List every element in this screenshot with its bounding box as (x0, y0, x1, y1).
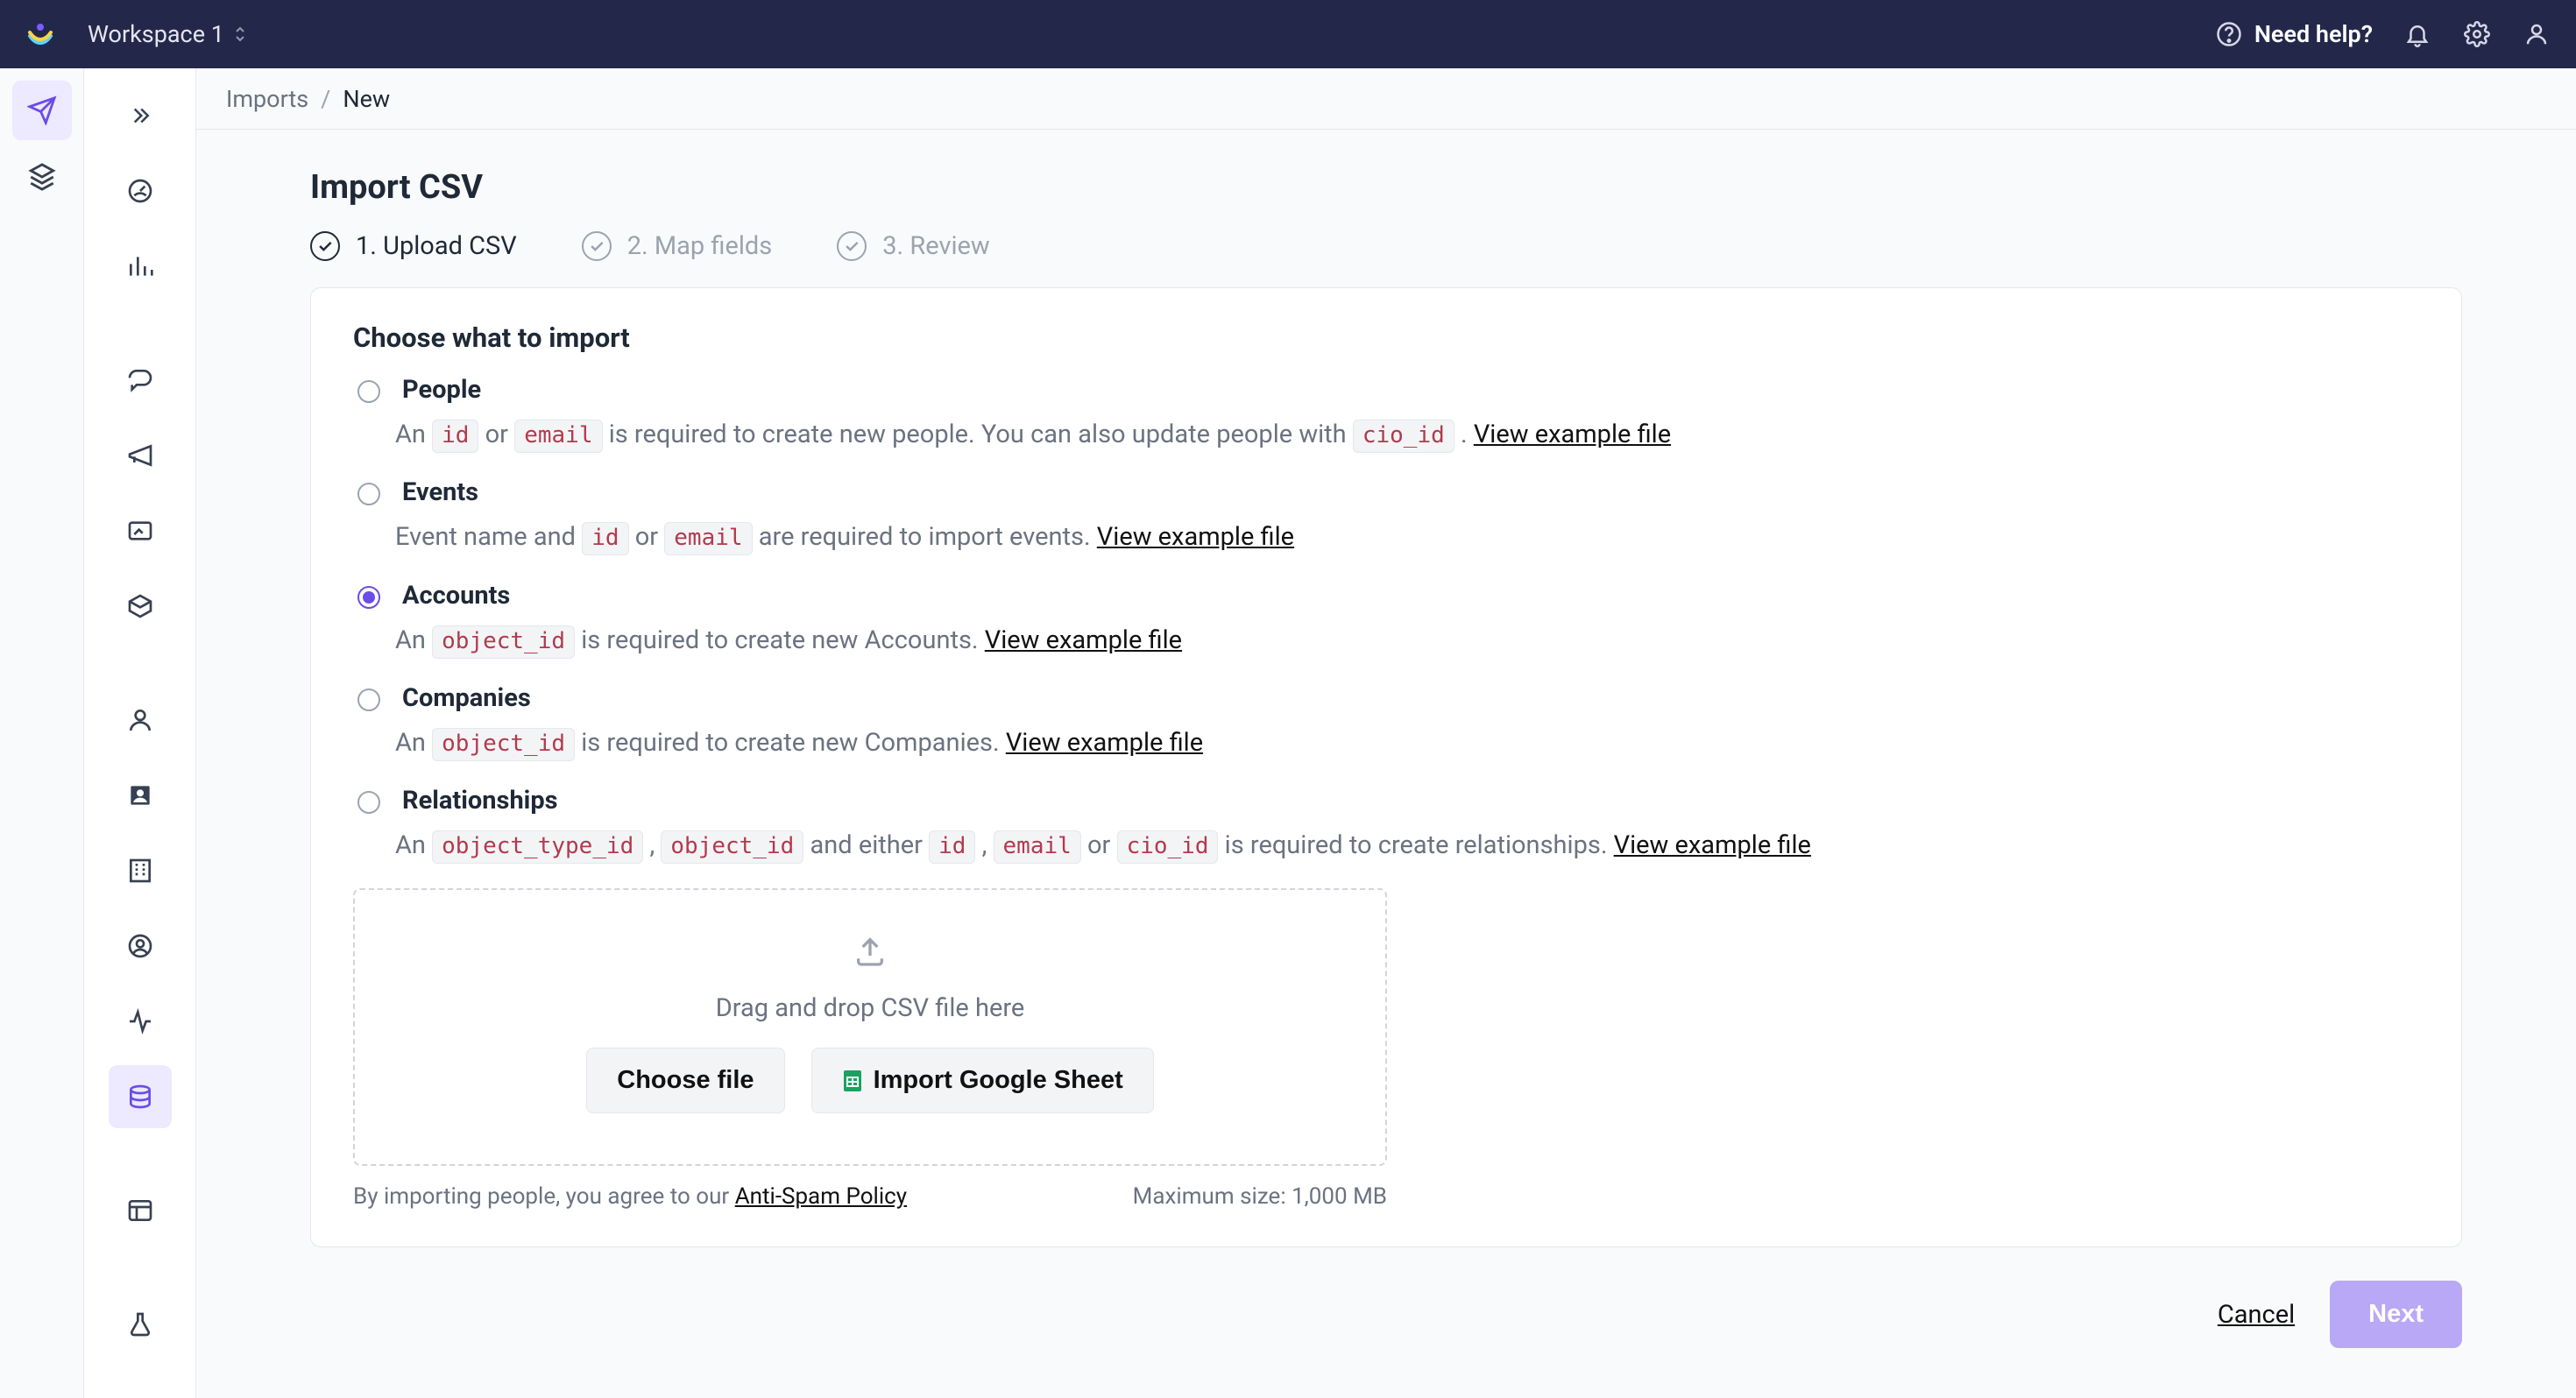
code-object-id: object_id (661, 830, 803, 864)
rail-item-send[interactable] (12, 81, 72, 140)
radio-accounts[interactable] (357, 586, 380, 609)
option-label: Accounts (402, 581, 510, 611)
code-object-id: object_id (432, 728, 575, 761)
radio-companies[interactable] (357, 688, 380, 711)
workspace-label: Workspace 1 (88, 20, 224, 48)
profile-icon[interactable] (2522, 19, 2551, 49)
option-events-desc: Event name and id or email are required … (395, 516, 2419, 559)
step-review[interactable]: 3. Review (837, 231, 989, 261)
primary-rail (0, 68, 84, 1398)
option-label: People (402, 375, 481, 405)
chevron-up-down-icon (233, 25, 247, 44)
secondary-sidebar (84, 68, 196, 1398)
step-map[interactable]: 2. Map fields (582, 231, 773, 261)
code-email: email (994, 830, 1081, 864)
file-dropzone[interactable]: Drag and drop CSV file here Choose file … (353, 888, 1387, 1166)
policy-pretext: By importing people, you agree to our (353, 1183, 735, 1210)
option-people[interactable]: People (353, 375, 2419, 405)
example-file-link[interactable]: View example file (1097, 522, 1294, 552)
sidebar-item-segments[interactable] (109, 914, 172, 978)
sidebar-item-activity[interactable] (109, 990, 172, 1053)
breadcrumb: Imports / New (196, 68, 2576, 130)
sidebar-expand-button[interactable] (109, 84, 172, 147)
code-object-id: object_id (432, 625, 575, 659)
google-sheet-icon (842, 1069, 863, 1093)
code-object-type-id: object_type_id (432, 830, 643, 864)
radio-events[interactable] (357, 483, 380, 505)
step-label: 3. Review (882, 231, 989, 261)
sidebar-item-people[interactable] (109, 688, 172, 752)
need-help-label: Need help? (2254, 20, 2373, 48)
check-circle-icon (310, 231, 340, 261)
step-label: 2. Map fields (627, 231, 773, 261)
step-label: 1. Upload CSV (356, 231, 517, 261)
check-circle-icon (837, 231, 867, 261)
need-help-button[interactable]: Need help? (2214, 19, 2373, 49)
sidebar-item-data[interactable] (109, 1065, 172, 1128)
code-id: id (582, 522, 628, 555)
footer-actions: Cancel Next (310, 1281, 2462, 1348)
section-title: Choose what to import (353, 321, 2419, 354)
sidebar-item-contacts[interactable] (109, 764, 172, 827)
example-file-link[interactable]: View example file (1006, 728, 1203, 758)
option-people-desc: An id or email is required to create new… (395, 413, 2419, 456)
sidebar-item-journeys[interactable] (109, 349, 172, 412)
code-id: id (432, 420, 478, 453)
next-button[interactable]: Next (2330, 1281, 2462, 1348)
sidebar-item-content[interactable] (109, 1179, 172, 1242)
sidebar-item-broadcasts[interactable] (109, 424, 172, 487)
upload-icon (853, 934, 888, 969)
sidebar-item-dashboard[interactable] (109, 159, 172, 222)
max-size-text: Maximum size: 1,000 MB (1133, 1183, 1387, 1210)
option-accounts-desc: An object_id is required to create new A… (395, 619, 2419, 662)
sidebar-item-companies[interactable] (109, 839, 172, 902)
dropzone-notes: By importing people, you agree to our An… (353, 1183, 1387, 1210)
page-title: Import CSV (310, 168, 2462, 207)
code-email: email (664, 522, 752, 555)
breadcrumb-root[interactable]: Imports (226, 85, 308, 113)
breadcrumb-separator: / (321, 85, 330, 113)
option-relationships[interactable]: Relationships (353, 786, 2419, 816)
option-label: Companies (402, 683, 531, 713)
example-file-link[interactable]: View example file (985, 625, 1182, 655)
option-events[interactable]: Events (353, 477, 2419, 507)
option-accounts[interactable]: Accounts (353, 581, 2419, 611)
app-logo-icon (25, 18, 56, 50)
help-circle-icon (2214, 19, 2244, 49)
choose-file-button[interactable]: Choose file (586, 1048, 784, 1113)
rail-item-layers[interactable] (12, 147, 72, 207)
anti-spam-policy-link[interactable]: Anti-Spam Policy (735, 1183, 907, 1210)
sidebar-item-experiments[interactable] (109, 1293, 172, 1356)
import-gsheet-label: Import Google Sheet (874, 1066, 1123, 1095)
code-cio-id: cio_id (1117, 830, 1219, 864)
dropzone-text: Drag and drop CSV file here (716, 993, 1025, 1023)
breadcrumb-current: New (343, 85, 390, 113)
sidebar-item-deliveries[interactable] (109, 575, 172, 638)
import-card: Choose what to import People An id or em… (310, 287, 2462, 1247)
option-relationships-desc: An object_type_id , object_id and either… (395, 824, 2419, 867)
step-upload[interactable]: 1. Upload CSV (310, 231, 517, 261)
choose-file-label: Choose file (617, 1066, 754, 1095)
code-id: id (929, 830, 975, 864)
code-email: email (514, 420, 602, 453)
option-label: Events (402, 477, 478, 507)
workspace-switcher[interactable]: Workspace 1 (88, 20, 247, 48)
option-companies[interactable]: Companies (353, 683, 2419, 713)
radio-people[interactable] (357, 380, 380, 403)
check-circle-icon (582, 231, 612, 261)
bell-icon[interactable] (2403, 19, 2432, 49)
option-label: Relationships (402, 786, 558, 816)
import-google-sheet-button[interactable]: Import Google Sheet (811, 1048, 1154, 1113)
option-companies-desc: An object_id is required to create new C… (395, 722, 2419, 765)
radio-relationships[interactable] (357, 791, 380, 814)
wizard-steps: 1. Upload CSV 2. Map fields 3. Review (310, 231, 2462, 261)
example-file-link[interactable]: View example file (1474, 420, 1671, 449)
cancel-button[interactable]: Cancel (2218, 1300, 2295, 1330)
sidebar-item-analytics[interactable] (109, 235, 172, 298)
gear-icon[interactable] (2462, 19, 2492, 49)
example-file-link[interactable]: View example file (1614, 830, 1811, 860)
top-nav: Workspace 1 Need help? (0, 0, 2576, 68)
sidebar-item-transactional[interactable] (109, 499, 172, 562)
code-cio-id: cio_id (1353, 420, 1454, 453)
